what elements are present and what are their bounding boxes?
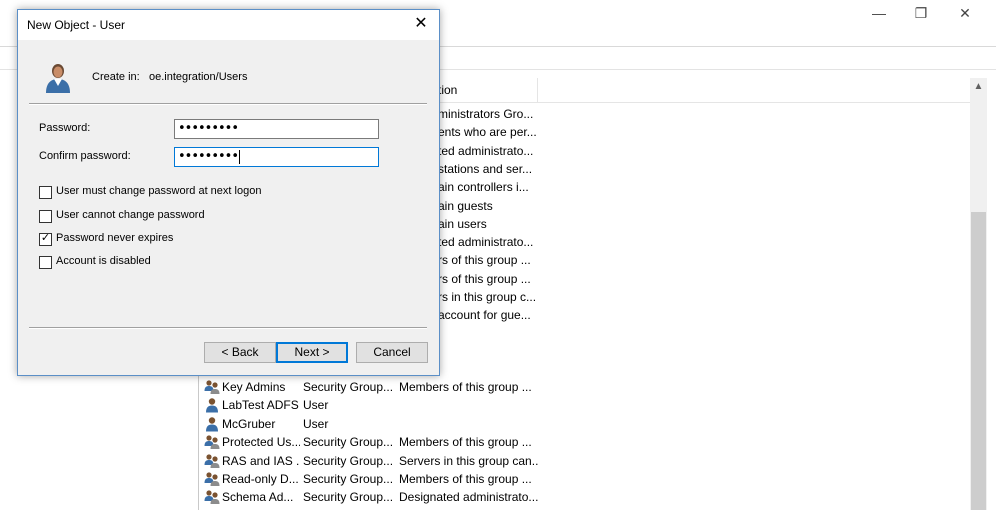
account-disabled-checkbox[interactable] <box>39 256 52 269</box>
item-name: Read-only D... <box>222 472 299 486</box>
item-name: Protected Us... <box>222 435 300 450</box>
item-description: Members of this group ... <box>399 380 532 394</box>
group-icon <box>204 453 220 469</box>
item-description: Members of this group ... <box>399 472 532 486</box>
item-name: Schema Ad... <box>222 490 294 505</box>
header-description[interactable]: tion <box>438 83 457 97</box>
item-type: Security Group... <box>303 472 394 486</box>
item-type: Security Group... <box>303 435 394 450</box>
user-avatar-icon <box>46 64 70 93</box>
group-icon <box>204 379 220 395</box>
list-item[interactable]: McGruber User <box>199 415 970 433</box>
checkmark-icon: ✓ <box>40 232 51 244</box>
item-type: User <box>303 398 329 413</box>
create-in-label: Create in: <box>92 71 140 83</box>
text-caret <box>239 149 241 164</box>
next-button[interactable]: Next > <box>276 342 348 363</box>
close-window-button[interactable]: ✕ <box>951 4 979 22</box>
list-item[interactable]: RAS and IAS ... Security Group... Servers … <box>199 452 970 470</box>
dialog-titlebar: New Object - User ✕ <box>18 10 439 40</box>
list-item[interactable]: Key Admins Security Group... Members of th… <box>199 378 970 396</box>
divider-bottom-highlight <box>29 328 427 329</box>
checkmark-icon <box>40 208 51 219</box>
item-type: Security Group... <box>303 453 394 468</box>
must-change-password-label[interactable]: User must change password at next logon <box>56 185 261 197</box>
create-in-path: oe.integration/Users <box>149 71 248 83</box>
vertical-scrollbar[interactable]: ▲ <box>970 78 987 510</box>
item-name: RAS and IAS ... <box>222 453 300 468</box>
checkmark-icon <box>40 254 51 265</box>
item-description: ain guests <box>438 198 493 213</box>
list-item[interactable]: Schema Ad... Security Group... Designated … <box>199 488 970 506</box>
list-item[interactable]: Read-only D... Security Group... Members o… <box>199 470 970 488</box>
password-field[interactable]: ••••••••• <box>174 119 379 139</box>
item-description: rs in this group c... <box>438 290 537 304</box>
item-name: McGruber <box>222 416 276 431</box>
item-description: Members of this group ... <box>399 435 532 450</box>
back-button[interactable]: < Back <box>204 342 276 363</box>
user-icon <box>204 397 220 413</box>
header-divider[interactable] <box>537 78 538 102</box>
checkmark-icon <box>40 184 51 195</box>
restore-button[interactable]: ❐ <box>907 4 935 22</box>
item-description: Designated administrato... <box>399 490 539 505</box>
minimize-button[interactable]: — <box>865 4 893 22</box>
cannot-change-password-label[interactable]: User cannot change password <box>56 209 205 221</box>
cancel-button[interactable]: Cancel <box>356 342 428 363</box>
item-description: ted administrato... <box>438 235 534 250</box>
item-description: ain controllers i... <box>438 180 529 195</box>
cannot-change-password-checkbox[interactable] <box>39 210 52 223</box>
scroll-up-icon[interactable]: ▲ <box>970 78 987 95</box>
item-description: ain users <box>438 216 487 231</box>
close-icon[interactable]: ✕ <box>411 14 431 34</box>
item-type: User <box>303 416 329 431</box>
password-label: Password: <box>39 122 91 134</box>
group-icon <box>204 434 220 450</box>
confirm-password-label: Confirm password: <box>39 150 131 162</box>
password-never-expires-checkbox[interactable]: ✓ <box>39 232 52 246</box>
list-item[interactable]: LabTest ADFS User <box>199 396 970 414</box>
divider-top-highlight <box>29 104 427 105</box>
user-icon <box>204 416 220 432</box>
item-description: account for gue... <box>438 308 531 323</box>
item-type: Security Group... <box>303 490 394 505</box>
item-description: stations and ser... <box>438 161 533 176</box>
item-description: ents who are per... <box>438 125 537 140</box>
confirm-password-value: ••••••••• <box>178 149 239 164</box>
item-description: ted administrato... <box>438 143 534 158</box>
password-never-expires-label[interactable]: Password never expires <box>56 232 173 244</box>
item-description: Servers in this group can... <box>399 453 539 468</box>
item-name: LabTest ADFS <box>222 398 299 413</box>
item-type: Security Group... <box>303 380 394 394</box>
password-value: ••••••••• <box>178 121 239 136</box>
new-user-dialog: New Object - User ✕ Create in: oe.integr… <box>17 9 440 376</box>
confirm-password-field[interactable]: ••••••••• <box>174 147 379 167</box>
item-description: ministrators Gro... <box>438 107 534 121</box>
list-item[interactable]: Protected Us... Security Group... Members … <box>199 433 970 451</box>
account-disabled-label[interactable]: Account is disabled <box>56 255 151 267</box>
must-change-password-checkbox[interactable] <box>39 186 52 199</box>
dialog-title: New Object - User <box>27 18 126 32</box>
item-description: rs of this group ... <box>438 271 531 286</box>
scroll-thumb[interactable] <box>971 212 986 510</box>
group-icon <box>204 489 220 505</box>
item-description: rs of this group ... <box>438 253 531 268</box>
group-icon <box>204 471 220 487</box>
item-name: Key Admins <box>222 380 286 394</box>
